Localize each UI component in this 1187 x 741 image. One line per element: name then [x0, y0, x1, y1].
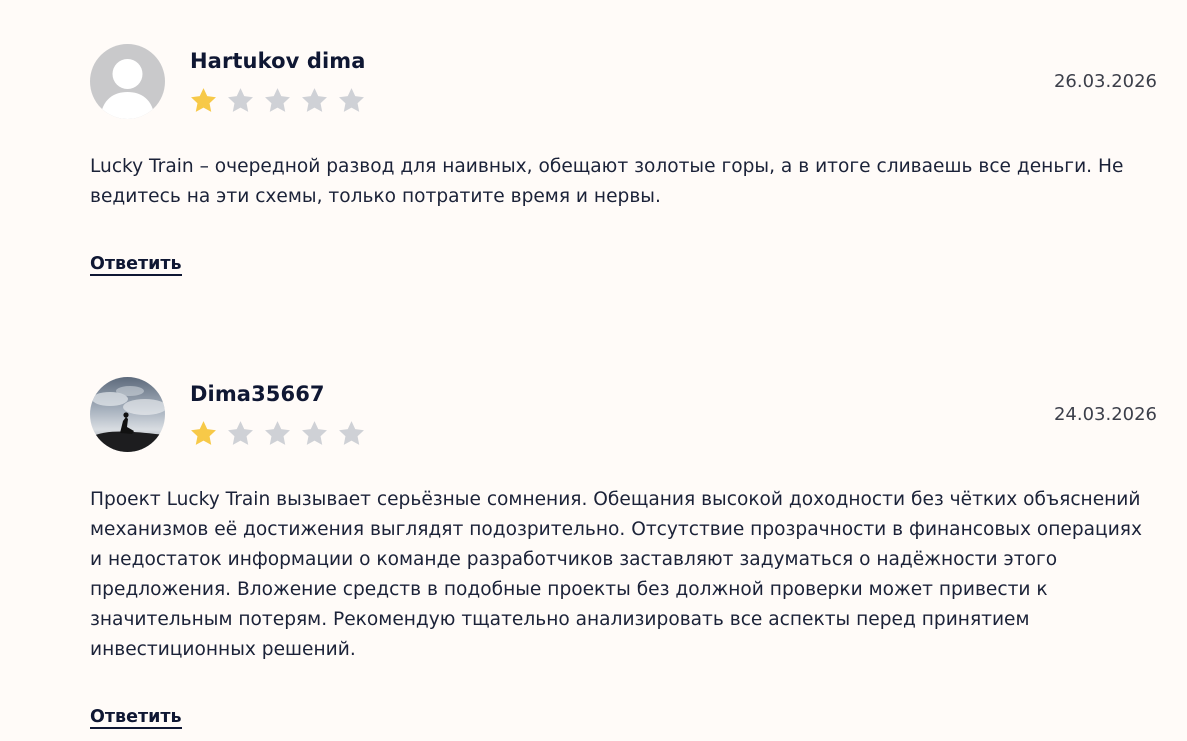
- reply-button[interactable]: Ответить: [90, 254, 182, 276]
- star-filled-icon: [191, 421, 216, 445]
- star-empty-icon: [265, 421, 290, 445]
- review-date: 24.03.2026: [1053, 404, 1157, 425]
- star-empty-icon: [302, 88, 327, 112]
- star-empty-icon: [228, 88, 253, 112]
- author-name: Dima35667: [190, 382, 325, 406]
- star-filled-icon: [191, 88, 216, 112]
- avatar: [90, 44, 165, 119]
- review-text: Проект Lucky Train вызывает серьёзные со…: [90, 489, 1142, 660]
- star-empty-icon: [302, 421, 327, 445]
- review-date: 26.03.2026: [1053, 71, 1157, 92]
- reply-button[interactable]: Ответить: [90, 707, 182, 729]
- star-empty-icon: [265, 88, 290, 112]
- review-text: Lucky Train – очередной развод для наивн…: [90, 156, 1124, 207]
- avatar: [90, 377, 165, 452]
- star-empty-icon: [339, 88, 364, 112]
- reply-label: Ответить: [90, 254, 182, 274]
- star-empty-icon: [339, 421, 364, 445]
- reply-label: Ответить: [90, 707, 182, 727]
- star-rating: [189, 86, 366, 116]
- star-empty-icon: [228, 421, 253, 445]
- star-rating: [189, 419, 366, 449]
- default-user-icon: [90, 44, 165, 119]
- photo-avatar-image: [90, 377, 165, 452]
- author-name: Hartukov dima: [190, 49, 366, 73]
